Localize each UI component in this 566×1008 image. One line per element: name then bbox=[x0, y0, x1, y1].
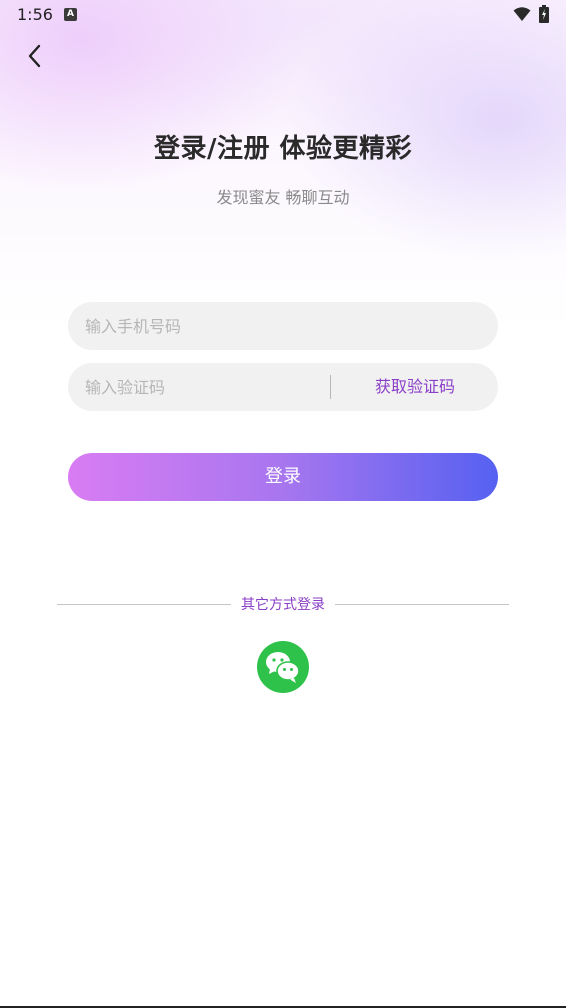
code-field: 获取验证码 bbox=[68, 363, 498, 411]
chevron-left-icon bbox=[28, 44, 41, 68]
code-input[interactable] bbox=[85, 363, 325, 411]
code-divider bbox=[330, 375, 331, 399]
login-screen: 1:56 A 登录/注册 体验更精彩 发现蜜友 畅聊互动 获取验证码 登录 bbox=[0, 0, 566, 1008]
get-code-button[interactable]: 获取验证码 bbox=[358, 363, 472, 411]
wechat-icon bbox=[266, 652, 300, 683]
phone-input[interactable] bbox=[85, 302, 485, 350]
page-title: 登录/注册 体验更精彩 bbox=[153, 134, 413, 164]
battery-icon bbox=[539, 5, 549, 27]
wechat-login-button[interactable] bbox=[257, 641, 309, 693]
phone-field bbox=[68, 302, 498, 350]
divider-line-right bbox=[335, 604, 509, 605]
notification-a-icon: A bbox=[64, 8, 77, 21]
login-button[interactable]: 登录 bbox=[68, 453, 498, 501]
page-subtitle: 发现蜜友 畅聊互动 bbox=[216, 188, 350, 207]
back-button[interactable] bbox=[16, 38, 52, 74]
status-bar: 1:56 A bbox=[0, 0, 566, 30]
other-login-divider: 其它方式登录 bbox=[57, 594, 509, 616]
background-glow bbox=[0, 0, 566, 330]
other-login-label: 其它方式登录 bbox=[241, 597, 325, 613]
wifi-icon bbox=[513, 6, 531, 26]
divider-line-left bbox=[57, 604, 231, 605]
status-time: 1:56 bbox=[17, 5, 53, 24]
